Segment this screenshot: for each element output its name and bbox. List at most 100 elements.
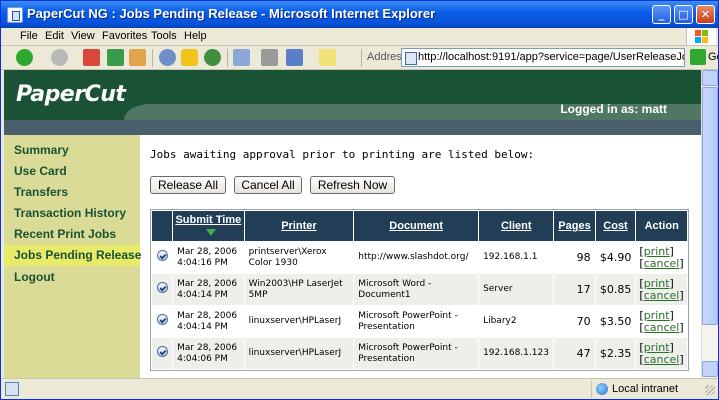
menu-favorites[interactable]: Favorites: [102, 30, 147, 42]
pages-cell: 47: [554, 338, 595, 369]
cancel-link[interactable]: cancel: [644, 257, 680, 270]
document-label[interactable]: Document: [389, 220, 443, 232]
table-row: Mar 28, 2006 4:04:06 PM linuxserver\HPLas…: [152, 338, 687, 369]
cancel-link[interactable]: cancel: [644, 289, 680, 302]
submit-time: 4:04:16 PM: [177, 257, 228, 268]
cost-cell: $0.85: [595, 274, 636, 305]
submit-time-label[interactable]: Submit Time: [175, 214, 241, 226]
document-name: Microsoft PowerPoint -: [358, 342, 458, 353]
favorites-icon[interactable]: [181, 49, 198, 66]
column-header-printer[interactable]: Printer: [244, 211, 354, 241]
toolbar-separator: [227, 49, 228, 67]
back-icon[interactable]: [16, 49, 33, 66]
search-icon[interactable]: [159, 49, 176, 66]
pages-label[interactable]: Pages: [558, 220, 590, 232]
action-cell: [print] [cancel]: [636, 306, 687, 337]
maximize-icon[interactable]: □: [674, 5, 693, 24]
sidebar-nav: Summary Use Card Transfers Transaction H…: [4, 135, 141, 378]
pages-cell: 98: [554, 242, 595, 273]
sidebar-item-transfers[interactable]: Transfers: [4, 182, 140, 203]
column-header-document[interactable]: Document: [354, 211, 479, 241]
refresh-icon[interactable]: [107, 49, 124, 66]
expand-row-icon[interactable]: [156, 250, 168, 261]
cancel-link[interactable]: cancel: [644, 321, 680, 334]
expand-row-icon[interactable]: [156, 346, 168, 357]
close-icon[interactable]: ✕: [696, 5, 715, 24]
cancel-link[interactable]: cancel: [644, 353, 680, 366]
discuss-icon[interactable]: [319, 49, 336, 66]
sidebar-item-use-card[interactable]: Use Card: [4, 161, 140, 182]
scroll-thumb[interactable]: [702, 87, 718, 325]
status-bar: Local intranet: [1, 378, 718, 399]
client-cell: Libary2: [479, 306, 554, 337]
address-input[interactable]: http://localhost:9191/app?service=page/U…: [401, 48, 685, 67]
ie-page-icon: [7, 7, 23, 23]
resize-grip-icon[interactable]: [705, 385, 715, 395]
history-icon[interactable]: [204, 49, 221, 66]
go-button[interactable]: Go: [708, 51, 718, 63]
sidebar-item-summary[interactable]: Summary: [4, 140, 140, 161]
refresh-now-button[interactable]: Refresh Now: [310, 176, 395, 194]
vertical-scrollbar[interactable]: [701, 70, 718, 378]
sidebar-item-logout[interactable]: Logout: [4, 267, 140, 288]
go-arrow-icon[interactable]: [690, 49, 706, 65]
action-cell: [print] [cancel]: [636, 242, 687, 273]
title-bar: PaperCut NG : Jobs Pending Release - Mic…: [1, 1, 718, 28]
menu-help[interactable]: Help: [184, 30, 207, 42]
document-name-cont: Presentation: [358, 353, 415, 364]
toolbar-separator: [152, 49, 153, 67]
menu-edit[interactable]: Edit: [45, 30, 64, 42]
printer-name-cont: 5MP: [248, 289, 268, 300]
logged-in-label: Logged in as: matt: [560, 102, 667, 116]
submit-time: 4:04:14 PM: [177, 321, 228, 332]
papercut-logo: PaperCut: [16, 82, 126, 107]
menu-tools[interactable]: Tools: [151, 30, 177, 42]
submit-date: Mar 28, 2006: [177, 342, 238, 353]
expand-row-icon[interactable]: [156, 282, 168, 293]
sidebar-item-transaction-history[interactable]: Transaction History: [4, 203, 140, 224]
printer-label[interactable]: Printer: [281, 220, 316, 232]
expand-column-header: [152, 211, 173, 241]
table-row: Mar 28, 2006 4:04:16 PM printserver\Xerox…: [152, 242, 687, 273]
scroll-up-icon[interactable]: [702, 70, 718, 86]
client-cell: 192.168.1.1: [479, 242, 554, 273]
menu-file[interactable]: File: [20, 30, 38, 42]
windows-logo-icon: [686, 28, 716, 45]
cost-cell: $4.90: [595, 242, 636, 273]
printer-name: linuxserver\HPLaserJ: [248, 348, 342, 358]
release-all-button[interactable]: Release All: [150, 176, 226, 194]
column-header-cost[interactable]: Cost: [595, 211, 636, 241]
cost-cell: $3.50: [595, 306, 636, 337]
menu-view[interactable]: View: [71, 30, 95, 42]
client-label[interactable]: Client: [501, 220, 532, 232]
page-viewport: PaperCut Logged in as: matt Summary Use …: [4, 70, 701, 378]
home-icon[interactable]: [129, 49, 146, 66]
column-header-submit-time[interactable]: Submit Time: [173, 211, 244, 241]
intro-text: Jobs awaiting approval prior to printing…: [150, 148, 535, 161]
printer-name: Win2003\HP LaserJet: [248, 278, 343, 289]
browser-toolbar: Address http://localhost:9191/app?servic…: [1, 46, 718, 70]
security-zone: Local intranet: [591, 381, 701, 398]
forward-icon[interactable]: [51, 49, 68, 66]
expand-row-icon[interactable]: [156, 314, 168, 325]
submit-date: Mar 28, 2006: [177, 246, 238, 257]
edit-icon[interactable]: [286, 49, 303, 66]
sidebar-item-jobs-pending-release[interactable]: Jobs Pending Release: [4, 245, 141, 266]
submit-time: 4:04:14 PM: [177, 289, 228, 300]
minimize-icon[interactable]: _: [652, 5, 671, 24]
cancel-all-button[interactable]: Cancel All: [234, 176, 302, 194]
menu-bar: File Edit View Favorites Tools Help: [1, 28, 718, 46]
toolbar-separator: [361, 49, 362, 67]
stop-icon[interactable]: [83, 49, 100, 66]
printer-name: linuxserver\HPLaserJ: [248, 316, 342, 326]
mail-icon[interactable]: [233, 49, 250, 66]
action-cell: [print] [cancel]: [636, 338, 687, 369]
column-header-pages[interactable]: Pages: [554, 211, 595, 241]
sidebar-item-recent-print-jobs[interactable]: Recent Print Jobs: [4, 224, 140, 245]
client-cell: Server: [479, 274, 554, 305]
print-icon[interactable]: [261, 49, 278, 66]
submit-date: Mar 28, 2006: [177, 310, 238, 321]
column-header-client[interactable]: Client: [479, 211, 554, 241]
cost-label[interactable]: Cost: [603, 220, 627, 232]
scroll-down-icon[interactable]: [702, 361, 718, 377]
